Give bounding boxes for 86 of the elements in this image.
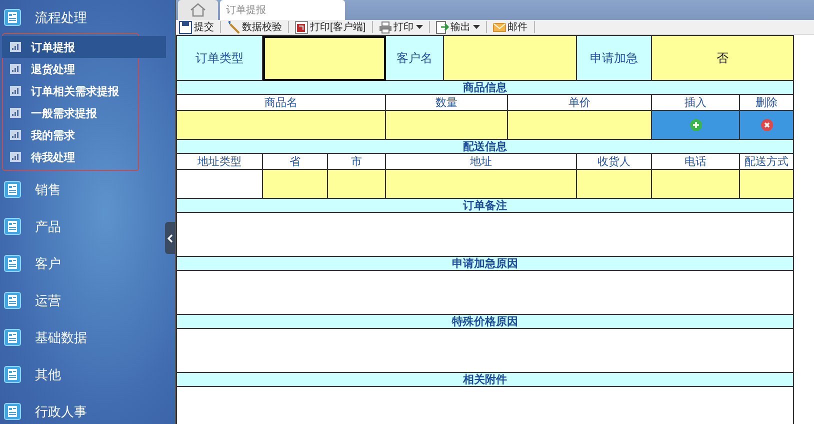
document-icon xyxy=(4,255,21,272)
input-field[interactable] xyxy=(652,170,740,199)
column-header: 省 xyxy=(263,154,328,170)
column-header: 删除 xyxy=(740,95,794,111)
input-field[interactable] xyxy=(263,170,328,199)
sidebar-group[interactable]: 运营 xyxy=(0,282,150,319)
column-header: 配送方式 xyxy=(740,154,794,170)
field-label: 申请加急 xyxy=(577,36,652,81)
caret-icon xyxy=(416,25,423,29)
sidebar-item[interactable]: 订单提报 xyxy=(2,36,166,58)
home-icon xyxy=(190,3,206,17)
toolbar-button[interactable]: 打印[客户端] xyxy=(293,20,368,34)
insert-button[interactable] xyxy=(652,111,740,140)
chart-icon xyxy=(10,42,21,52)
input-field[interactable] xyxy=(577,170,652,199)
input-field[interactable] xyxy=(508,111,652,140)
close-icon xyxy=(760,119,772,131)
document-icon xyxy=(4,329,21,346)
sidebar-group[interactable]: 其他 xyxy=(0,356,150,393)
home-tab[interactable] xyxy=(178,0,218,20)
toolbar-button[interactable]: 输出 xyxy=(434,20,482,34)
tab[interactable]: 订单提报 xyxy=(220,0,345,20)
sidebar-group[interactable]: 基础数据 xyxy=(0,319,150,356)
plus-icon xyxy=(690,119,702,131)
document-icon xyxy=(4,218,21,235)
collapse-handle[interactable] xyxy=(165,222,175,254)
toolbar-button[interactable]: 邮件 xyxy=(490,20,530,34)
document-icon xyxy=(4,366,21,383)
section-title: 特殊价格原因 xyxy=(177,315,794,329)
sidebar-group[interactable]: 产品 xyxy=(0,208,150,245)
chart-icon xyxy=(10,152,21,162)
delete-button[interactable] xyxy=(740,111,794,140)
input-field[interactable] xyxy=(444,36,577,81)
input-field[interactable]: 否 xyxy=(652,36,794,81)
column-header: 商品名 xyxy=(177,95,386,111)
sidebar-item[interactable]: 退货处理 xyxy=(2,58,166,80)
column-header: 插入 xyxy=(652,95,740,111)
text-area[interactable] xyxy=(177,213,794,257)
sidebar-group[interactable]: 销售 xyxy=(0,171,150,208)
chevron-left-icon xyxy=(167,234,173,242)
document-icon xyxy=(4,403,21,420)
input-field[interactable] xyxy=(177,111,386,140)
sidebar-item[interactable]: 我的需求 xyxy=(2,124,166,146)
column-header: 市 xyxy=(328,154,386,170)
sidebar-group[interactable]: 流程处理 xyxy=(0,0,150,35)
input-field[interactable] xyxy=(386,170,577,199)
chart-icon xyxy=(10,130,21,140)
text-area[interactable] xyxy=(177,271,794,315)
column-header: 电话 xyxy=(652,154,740,170)
section-title: 相关附件 xyxy=(177,373,794,387)
sidebar-group[interactable]: 客户 xyxy=(0,245,150,282)
toolbar-button[interactable]: 打印 xyxy=(376,20,425,34)
toolbar-button[interactable]: 提交 xyxy=(177,20,216,34)
input-field[interactable] xyxy=(740,170,794,199)
chart-icon xyxy=(10,64,21,74)
column-header: 数量 xyxy=(386,95,508,111)
envelope-icon xyxy=(492,20,506,34)
wand-icon xyxy=(227,20,240,34)
document-icon xyxy=(4,181,21,198)
sidebar-item[interactable]: 一般需求提报 xyxy=(2,102,166,124)
caret-icon xyxy=(472,25,480,29)
document-icon xyxy=(4,292,21,309)
input-field[interactable] xyxy=(263,36,386,81)
document-icon xyxy=(4,9,21,26)
chart-icon xyxy=(10,86,21,96)
section-title: 商品信息 xyxy=(177,81,794,95)
toolbar-button[interactable]: 数据校验 xyxy=(225,20,284,34)
chart-icon xyxy=(10,108,21,118)
sidebar-group[interactable]: 行政人事 xyxy=(0,393,150,424)
pdf-icon xyxy=(295,20,308,34)
text-area[interactable] xyxy=(177,329,794,373)
section-title: 申请加急原因 xyxy=(177,257,794,271)
printer-icon xyxy=(378,20,392,34)
column-header: 地址 xyxy=(386,154,577,170)
sidebar-item[interactable]: 订单相关需求提报 xyxy=(2,80,166,102)
column-header: 收货人 xyxy=(577,154,652,170)
field-label: 客户名 xyxy=(386,36,444,81)
field-label: 订单类型 xyxy=(177,36,263,81)
column-header: 单价 xyxy=(508,95,652,111)
column-header: 地址类型 xyxy=(177,154,263,170)
section-title: 配送信息 xyxy=(177,140,794,154)
input-field[interactable] xyxy=(328,170,386,199)
sidebar-item[interactable]: 待我处理 xyxy=(2,146,166,168)
export-icon xyxy=(436,20,449,34)
section-title: 订单备注 xyxy=(177,199,794,213)
input-field[interactable] xyxy=(386,111,508,140)
